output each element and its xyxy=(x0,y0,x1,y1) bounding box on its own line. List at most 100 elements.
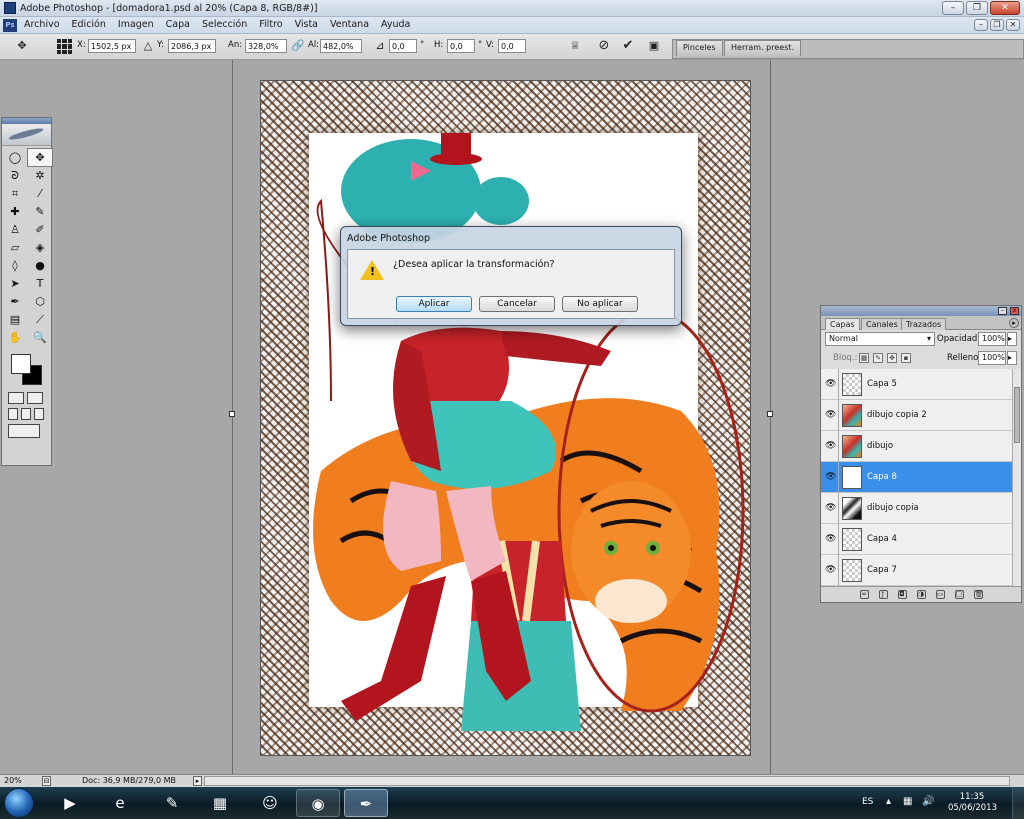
opacity-arrow-icon[interactable]: ▸ xyxy=(1007,332,1017,346)
fill-field[interactable]: 100% xyxy=(978,351,1006,365)
system-clock[interactable]: 11:35 05/06/2013 xyxy=(948,792,997,814)
lock-transparency-icon[interactable]: ▦ xyxy=(859,353,869,363)
maximize-button[interactable]: ❐ xyxy=(966,1,988,15)
tab-trazados[interactable]: Trazados xyxy=(901,318,947,330)
lock-all-icon[interactable]: ▪ xyxy=(901,353,911,363)
link-icon[interactable]: 🔗 xyxy=(290,38,306,54)
media-player-app[interactable]: ▶ xyxy=(48,789,92,817)
menu-ventana[interactable]: Ventana xyxy=(330,19,369,30)
move-tool-icon[interactable]: ✥ xyxy=(27,148,53,167)
menu-seleccion[interactable]: Selección xyxy=(202,19,247,30)
healing-brush-icon[interactable]: ✚ xyxy=(3,203,27,220)
height-field[interactable]: 482,0% xyxy=(320,39,362,53)
layers-scrollbar-thumb[interactable] xyxy=(1014,387,1020,443)
blur-tool-icon[interactable]: ◊ xyxy=(3,257,27,274)
lasso-tool-icon[interactable]: ᘐ xyxy=(3,167,27,184)
menu-edicion[interactable]: Edición xyxy=(72,19,106,30)
transform-handle-right[interactable] xyxy=(767,411,773,417)
new-layer-icon[interactable]: ▢ xyxy=(954,590,964,599)
reference-point-icon[interactable] xyxy=(57,39,72,54)
photoshop-app[interactable]: ✒ xyxy=(344,789,388,817)
minimize-button[interactable]: – xyxy=(942,1,964,15)
warp-icon[interactable]: ♕ xyxy=(567,38,583,54)
language-indicator[interactable]: ES xyxy=(862,797,873,807)
tab-herram-preest[interactable]: Herram. preest. xyxy=(724,40,802,56)
status-preview-icon[interactable]: ⊟ xyxy=(42,776,51,786)
rotation-field[interactable]: 0,0 xyxy=(389,39,417,53)
layer-row[interactable]: 👁 dibujo copia 2 xyxy=(821,400,1021,431)
network-icon[interactable]: ▦ xyxy=(903,796,912,807)
visibility-eye-icon[interactable]: 👁 xyxy=(825,410,836,420)
v-skew-field[interactable]: 0,0 xyxy=(498,39,526,53)
jump-to-imageready-icon[interactable] xyxy=(8,424,40,438)
layers-panel-minimize-button[interactable]: – xyxy=(998,307,1007,315)
magic-wand-icon[interactable]: ✲ xyxy=(28,167,52,184)
layers-panel-close-button[interactable]: x xyxy=(1010,307,1019,315)
dodge-tool-icon[interactable]: ● xyxy=(28,257,52,274)
doc-close-button[interactable]: ✕ xyxy=(1006,19,1020,31)
close-button[interactable]: ✕ xyxy=(990,1,1020,15)
dont-apply-button[interactable]: No aplicar xyxy=(562,296,638,312)
layer-mask-icon[interactable]: ◘ xyxy=(897,590,907,599)
hand-tool-icon[interactable]: ✋ xyxy=(3,329,27,346)
visibility-eye-icon[interactable]: 👁 xyxy=(825,441,836,451)
history-brush-icon[interactable]: ✐ xyxy=(28,221,52,238)
doc-restore-button[interactable]: ❐ xyxy=(990,19,1004,31)
tab-pinceles[interactable]: Pinceles xyxy=(676,40,723,56)
opacity-field[interactable]: 100% xyxy=(978,332,1006,346)
new-group-icon[interactable]: ▭ xyxy=(935,590,945,599)
screen-mode-standard-icon[interactable] xyxy=(8,408,18,420)
visibility-eye-icon[interactable]: 👁 xyxy=(825,565,836,575)
status-menu-arrow-icon[interactable]: ▸ xyxy=(193,776,202,786)
brush-tool-icon[interactable]: ✎ xyxy=(28,203,52,220)
document-icon[interactable]: Ps xyxy=(3,19,17,32)
show-desktop-button[interactable] xyxy=(1012,787,1024,819)
lock-position-icon[interactable]: ✥ xyxy=(887,353,897,363)
toolbox-logo-icon[interactable] xyxy=(2,124,51,146)
menu-filtro[interactable]: Filtro xyxy=(259,19,282,30)
x-field[interactable]: 1502,5 px xyxy=(88,39,136,53)
zoom-level[interactable]: 20% xyxy=(4,776,22,785)
screen-mode-menu-icon[interactable] xyxy=(21,408,31,420)
type-tool-icon[interactable]: T xyxy=(28,275,52,292)
chrome-app[interactable]: ◉ xyxy=(296,789,340,817)
marquee-tool-icon[interactable]: ◯ xyxy=(3,149,27,166)
layer-row[interactable]: 👁 Capa 5 xyxy=(821,369,1021,400)
quick-mask-icon[interactable] xyxy=(27,392,43,404)
menu-ayuda[interactable]: Ayuda xyxy=(381,19,410,30)
blend-mode-select[interactable]: Normal ▾ xyxy=(825,332,935,346)
menu-imagen[interactable]: Imagen xyxy=(118,19,154,30)
internet-explorer-app[interactable]: e xyxy=(98,789,142,817)
clone-stamp-icon[interactable]: ♙ xyxy=(3,221,27,238)
messenger-app[interactable]: ☺ xyxy=(248,789,292,817)
layers-scrollbar[interactable] xyxy=(1012,369,1021,587)
explorer-app[interactable]: ▦ xyxy=(198,789,242,817)
menu-capa[interactable]: Capa xyxy=(166,19,190,30)
screen-mode-full-icon[interactable] xyxy=(34,408,44,420)
doc-minimize-button[interactable]: – xyxy=(974,19,988,31)
standard-mode-icon[interactable] xyxy=(8,392,24,404)
crop-tool-icon[interactable]: ⌗ xyxy=(3,185,27,202)
measure-eyedropper-icon[interactable]: ⟋ xyxy=(28,311,52,328)
layer-row[interactable]: 👁 Capa 7 xyxy=(821,555,1021,586)
start-button[interactable] xyxy=(4,788,34,818)
eyedropper-icon[interactable]: ⁄ xyxy=(28,185,52,202)
layer-row[interactable]: 👁 dibujo copia xyxy=(821,493,1021,524)
visibility-eye-icon[interactable]: 👁 xyxy=(825,503,836,513)
layer-style-icon[interactable]: ƒ xyxy=(878,590,888,599)
visibility-eye-icon[interactable]: 👁 xyxy=(825,379,836,389)
layer-row[interactable]: 👁 Capa 8 xyxy=(821,462,1021,493)
h-skew-field[interactable]: 0,0 xyxy=(447,39,475,53)
layer-row[interactable]: 👁 Capa 4 xyxy=(821,524,1021,555)
paint-bucket-icon[interactable]: ◈ xyxy=(28,239,52,256)
paint-app[interactable]: ✎ xyxy=(150,789,194,817)
y-field[interactable]: 2086,3 px xyxy=(168,39,216,53)
document-canvas[interactable] xyxy=(260,80,751,756)
transform-tool-icon[interactable]: ✥ xyxy=(14,38,30,54)
width-field[interactable]: 328,0% xyxy=(245,39,287,53)
relative-position-icon[interactable]: △ xyxy=(140,38,156,54)
tab-canales[interactable]: Canales xyxy=(861,318,903,330)
zoom-tool-icon[interactable]: 🔍 xyxy=(28,329,52,346)
delete-layer-icon[interactable]: 🗑 xyxy=(973,590,983,599)
layer-row[interactable]: 👁 dibujo xyxy=(821,431,1021,462)
